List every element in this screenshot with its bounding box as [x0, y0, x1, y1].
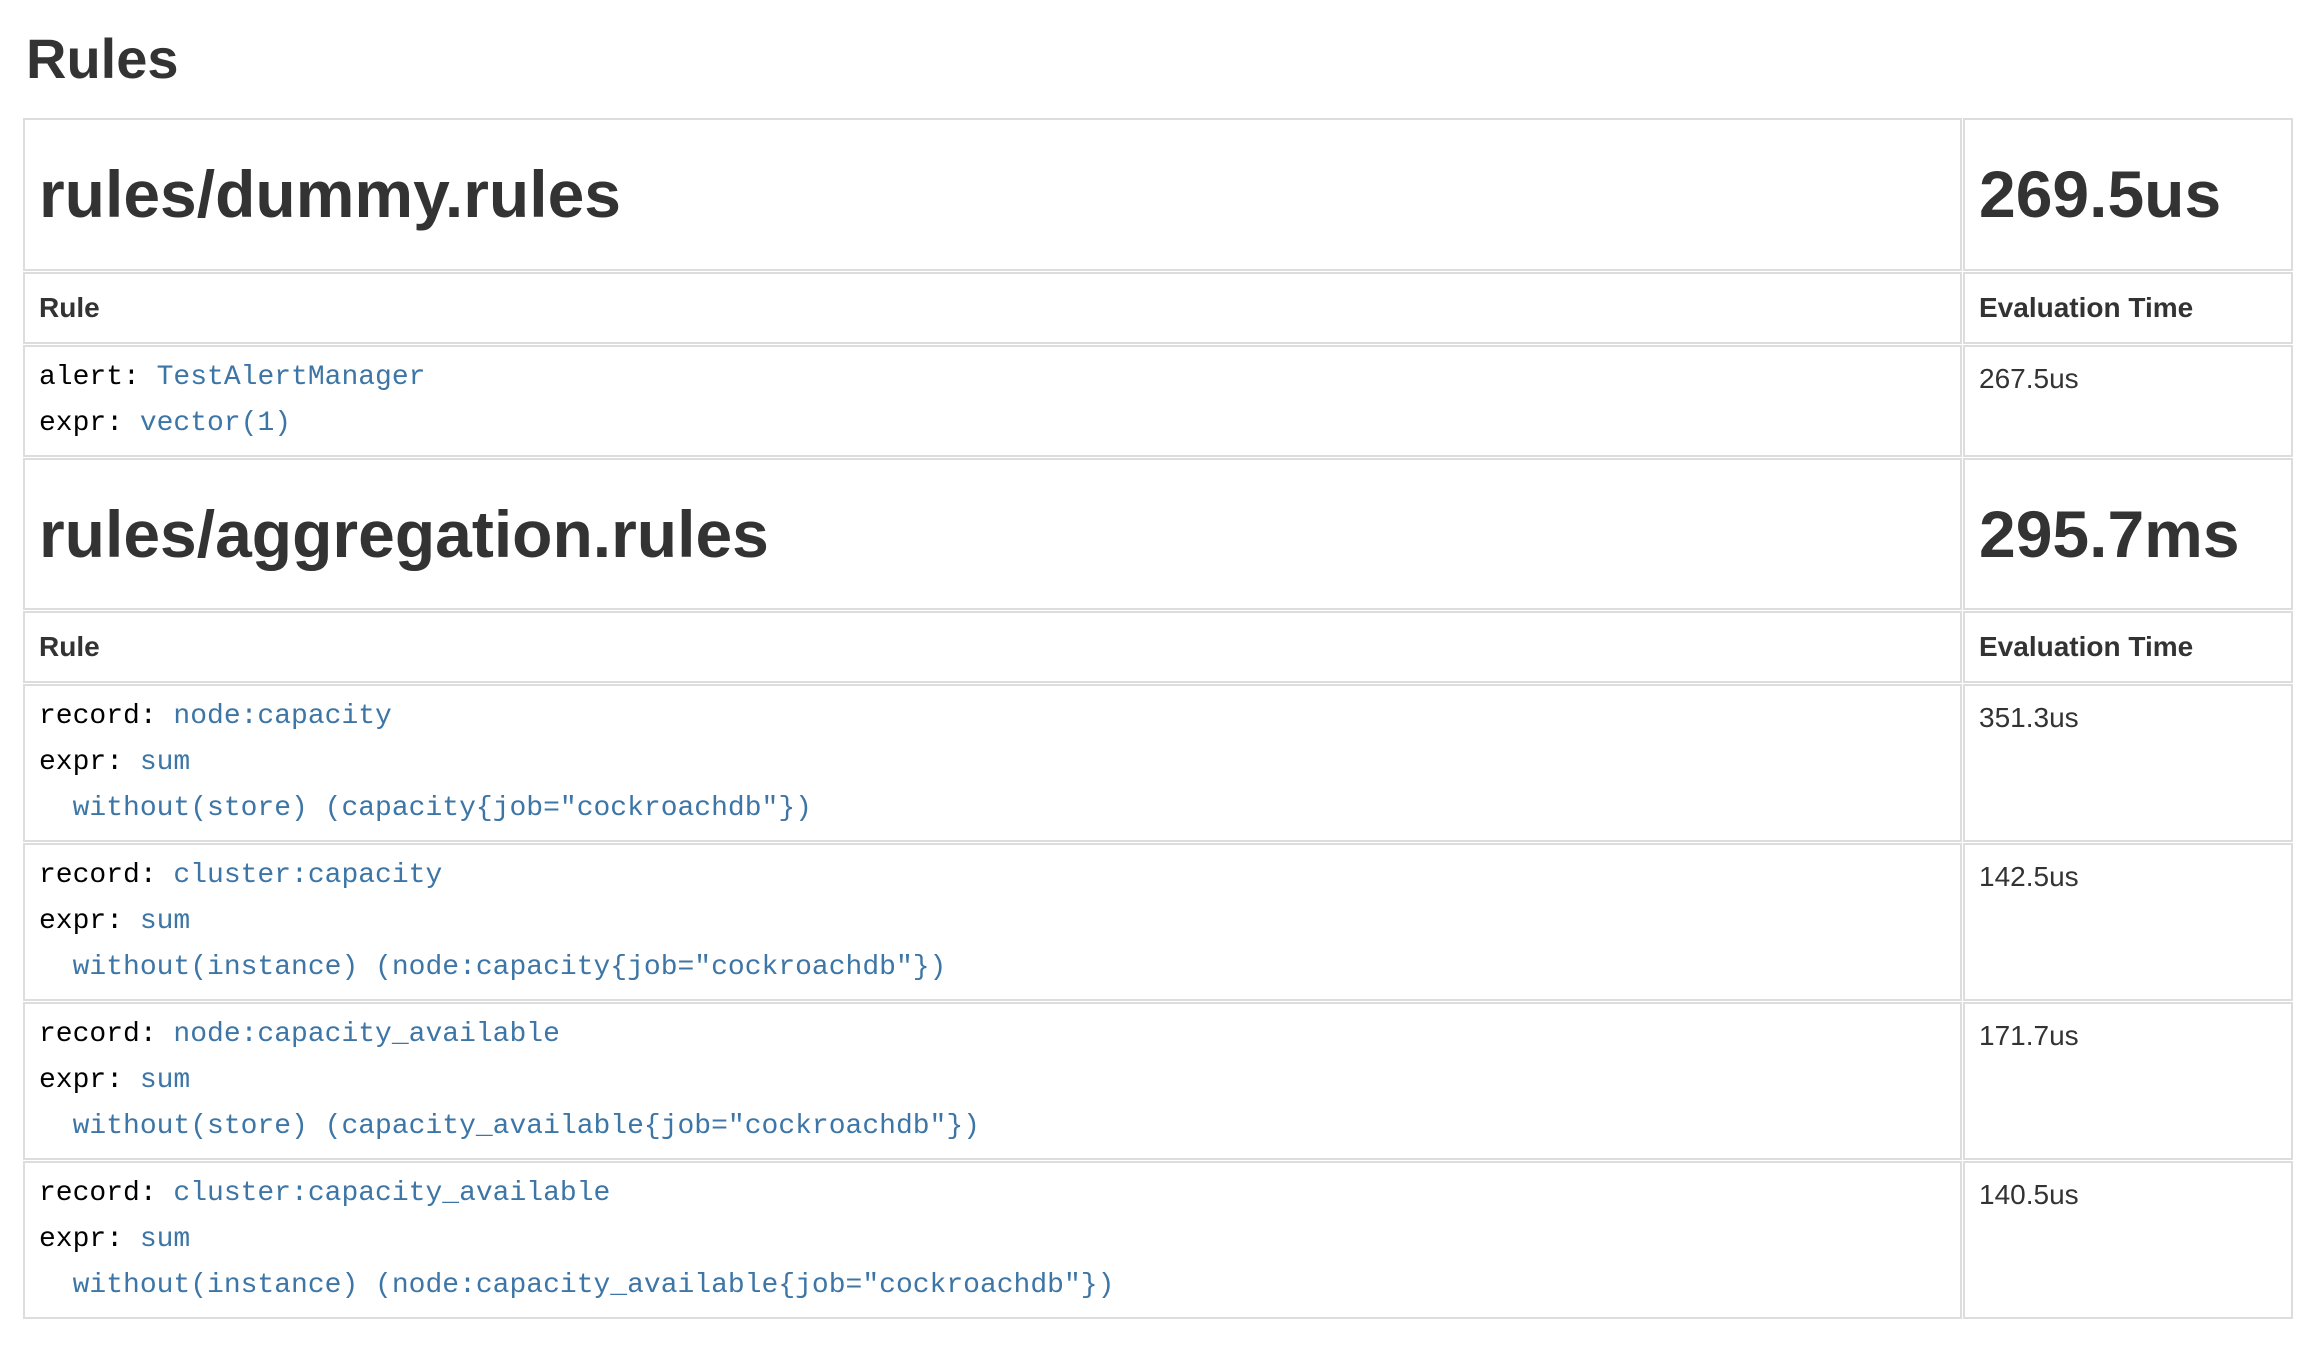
- rule-row: record: cluster:capacity_available expr:…: [23, 1161, 2293, 1319]
- rule-eval-time: 351.3us: [1963, 684, 2293, 842]
- expr-link[interactable]: sum without(instance) (node:capacity{job…: [39, 906, 946, 983]
- rule-eval-time: 142.5us: [1963, 843, 2293, 1001]
- rule-code-text: record:: [39, 860, 173, 891]
- expr-link[interactable]: sum without(instance) (node:capacity_ava…: [39, 1224, 1114, 1301]
- rules-page: Rules rules/dummy.rules269.5usRuleEvalua…: [0, 26, 2316, 1320]
- rule-row: alert: TestAlertManager expr: vector(1)2…: [23, 345, 2293, 457]
- rule-group-file-cell: rules/aggregation.rules: [23, 458, 1962, 611]
- rule-code-cell: record: node:capacity expr: sum without(…: [23, 684, 1962, 842]
- rules-table: rules/dummy.rules269.5usRuleEvaluation T…: [22, 117, 2294, 1320]
- record-name-link[interactable]: node:capacity: [173, 701, 391, 732]
- rule-code-cell: alert: TestAlertManager expr: vector(1): [23, 345, 1962, 457]
- rule-code: record: cluster:capacity expr: sum witho…: [39, 853, 1946, 991]
- page-title: Rules: [26, 26, 2294, 91]
- rule-group-heading-row: rules/aggregation.rules 295.7ms: [23, 458, 2293, 611]
- rule-code-text: expr:: [39, 1224, 140, 1255]
- rule-group-file-cell: rules/dummy.rules: [23, 118, 1962, 271]
- rule-row: record: cluster:capacity expr: sum witho…: [23, 843, 2293, 1001]
- rule-code-cell: record: node:capacity_available expr: su…: [23, 1002, 1962, 1160]
- record-name-link[interactable]: cluster:capacity: [173, 860, 442, 891]
- expr-link[interactable]: sum without(store) (capacity_available{j…: [39, 1065, 980, 1142]
- expr-link[interactable]: vector(1): [140, 408, 291, 439]
- rule-code-cell: record: cluster:capacity_available expr:…: [23, 1161, 1962, 1319]
- rule-code-text: expr:: [39, 747, 140, 778]
- rule-eval-time: 267.5us: [1963, 345, 2293, 457]
- rule-row: record: node:capacity expr: sum without(…: [23, 684, 2293, 842]
- column-header-row: RuleEvaluation Time: [23, 611, 2293, 683]
- rule-code-text: record:: [39, 1019, 173, 1050]
- rule-code-text: expr:: [39, 906, 140, 937]
- rule-group-heading-row: rules/dummy.rules 269.5us: [23, 118, 2293, 271]
- eval-time-column-header: Evaluation Time: [1963, 611, 2293, 683]
- rule-column-header: Rule: [23, 611, 1962, 683]
- expr-link[interactable]: sum without(store) (capacity{job="cockro…: [39, 747, 812, 824]
- record-name-link[interactable]: cluster:capacity_available: [173, 1178, 610, 1209]
- rule-code: alert: TestAlertManager expr: vector(1): [39, 355, 1946, 447]
- rule-group-file: rules/dummy.rules: [39, 158, 1946, 231]
- rules-table-body: rules/dummy.rules269.5usRuleEvaluation T…: [23, 118, 2293, 1319]
- alert-name-link[interactable]: TestAlertManager: [157, 362, 426, 393]
- rule-group-file: rules/aggregation.rules: [39, 498, 1946, 571]
- rule-code-cell: record: cluster:capacity expr: sum witho…: [23, 843, 1962, 1001]
- rule-row: record: node:capacity_available expr: su…: [23, 1002, 2293, 1160]
- rule-column-header: Rule: [23, 272, 1962, 344]
- rule-code: record: node:capacity_available expr: su…: [39, 1012, 1946, 1150]
- rule-group-eval-time: 269.5us: [1979, 158, 2277, 231]
- rule-code-text: expr:: [39, 408, 140, 439]
- rule-group-eval-time-cell: 269.5us: [1963, 118, 2293, 271]
- rule-group-eval-time: 295.7ms: [1979, 498, 2277, 571]
- rule-code-text: record:: [39, 1178, 173, 1209]
- rule-eval-time: 171.7us: [1963, 1002, 2293, 1160]
- rule-code: record: cluster:capacity_available expr:…: [39, 1171, 1946, 1309]
- rule-eval-time: 140.5us: [1963, 1161, 2293, 1319]
- record-name-link[interactable]: node:capacity_available: [173, 1019, 559, 1050]
- column-header-row: RuleEvaluation Time: [23, 272, 2293, 344]
- rule-group-eval-time-cell: 295.7ms: [1963, 458, 2293, 611]
- rule-code-text: record:: [39, 701, 173, 732]
- eval-time-column-header: Evaluation Time: [1963, 272, 2293, 344]
- rule-code-text: expr:: [39, 1065, 140, 1096]
- rule-code-text: alert:: [39, 362, 157, 393]
- rule-code: record: node:capacity expr: sum without(…: [39, 694, 1946, 832]
